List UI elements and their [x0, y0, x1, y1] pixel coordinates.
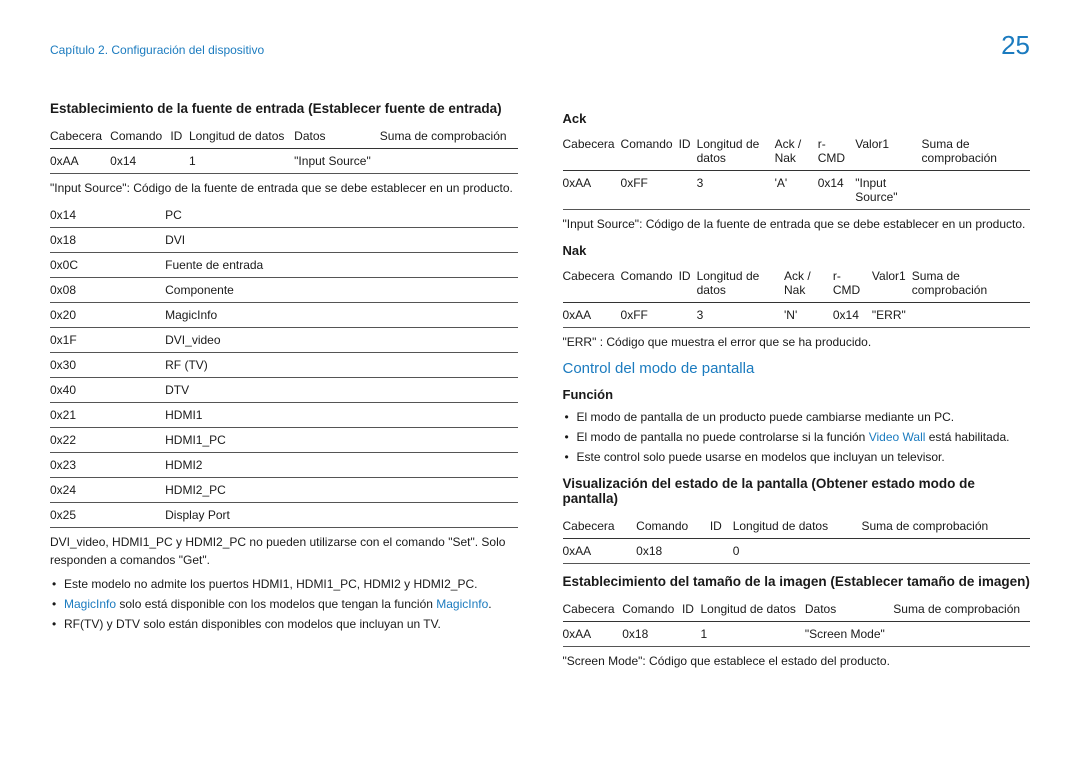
note: DVI_video, HDMI1_PC y HDMI2_PC no pueden…: [50, 534, 518, 569]
table-row: 0x20MagicInfo: [50, 303, 518, 328]
table-row: 0xAA0x18 1 "Screen Mode": [563, 621, 1031, 646]
vis-heading: Visualización del estado de la pantalla …: [563, 476, 1031, 506]
list-item: El modo de pantalla no puede controlarse…: [563, 428, 1031, 446]
table-row: 0x40DTV: [50, 378, 518, 403]
table-row: 0x21HDMI1: [50, 403, 518, 428]
blue-term: Video Wall: [869, 430, 926, 444]
table-row: 0xAA 0x14 1 "Input Source": [50, 149, 518, 174]
funcion-heading: Función: [563, 387, 1031, 402]
table-row: 0x08Componente: [50, 278, 518, 303]
table-row: 0x30RF (TV): [50, 353, 518, 378]
note: "Input Source": Código de la fuente de e…: [563, 216, 1031, 233]
right-column: Ack CabeceraComando IDLongitud de datos …: [563, 101, 1031, 676]
th: Comando: [110, 124, 170, 149]
list-item: Este modelo no admite los puertos HDMI1,…: [50, 575, 518, 593]
list-item: MagicInfo solo está disponible con los m…: [50, 595, 518, 613]
est-table: CabeceraComando IDLongitud de datos Dato…: [563, 597, 1031, 647]
blue-term: MagicInfo: [436, 597, 488, 611]
table-row: 0x24HDMI2_PC: [50, 478, 518, 503]
note: "ERR" : Código que muestra el error que …: [563, 334, 1031, 351]
th: Longitud de datos: [189, 124, 294, 149]
left-bullets: Este modelo no admite los puertos HDMI1,…: [50, 575, 518, 633]
table-row: 0xAA0xFF 3 'N'0x14 "ERR": [563, 303, 1031, 328]
list-item: RF(TV) y DTV solo están disponibles con …: [50, 615, 518, 633]
th: Datos: [294, 124, 380, 149]
list-item: El modo de pantalla de un producto puede…: [563, 408, 1031, 426]
table-row: 0x0CFuente de entrada: [50, 253, 518, 278]
table-row: 0x18DVI: [50, 228, 518, 253]
note: "Screen Mode": Código que establece el e…: [563, 653, 1031, 670]
vis-table: CabeceraComando IDLongitud de datos Suma…: [563, 514, 1031, 564]
funcion-bullets: El modo de pantalla de un producto puede…: [563, 408, 1031, 466]
page-number: 25: [1001, 30, 1030, 61]
page-header: Capítulo 2. Configuración del dispositiv…: [50, 30, 1030, 61]
table-row: 0x22HDMI1_PC: [50, 428, 518, 453]
left-column: Establecimiento de la fuente de entrada …: [50, 101, 518, 676]
list-item: Este control solo puede usarse en modelo…: [563, 448, 1031, 466]
nak-heading: Nak: [563, 243, 1031, 258]
chapter-label: Capítulo 2. Configuración del dispositiv…: [50, 43, 264, 57]
ack-table: CabeceraComando IDLongitud de datos Ack …: [563, 132, 1031, 210]
th: Cabecera: [50, 124, 110, 149]
blue-term: MagicInfo: [64, 597, 116, 611]
table-row: 0xAA0xFF 3 'A'0x14 "Input Source": [563, 171, 1031, 210]
table-row: 0xAA0x18 0: [563, 538, 1031, 563]
left-heading: Establecimiento de la fuente de entrada …: [50, 101, 518, 116]
input-codes-table: 0x14PC0x18DVI0x0CFuente de entrada0x08Co…: [50, 203, 518, 528]
nak-table: CabeceraComando IDLongitud de datos Ack …: [563, 264, 1031, 328]
table-row: 0x14PC: [50, 203, 518, 228]
note: "Input Source": Código de la fuente de e…: [50, 180, 518, 197]
th: Suma de comprobación: [380, 124, 518, 149]
table-row: 0x1FDVI_video: [50, 328, 518, 353]
ack-heading: Ack: [563, 111, 1031, 126]
th: ID: [170, 124, 189, 149]
input-set-table: Cabecera Comando ID Longitud de datos Da…: [50, 124, 518, 174]
table-row: 0x25Display Port: [50, 503, 518, 528]
table-row: 0x23HDMI2: [50, 453, 518, 478]
section-heading: Control del modo de pantalla: [563, 360, 1031, 377]
est-heading: Establecimiento del tamaño de la imagen …: [563, 574, 1031, 589]
